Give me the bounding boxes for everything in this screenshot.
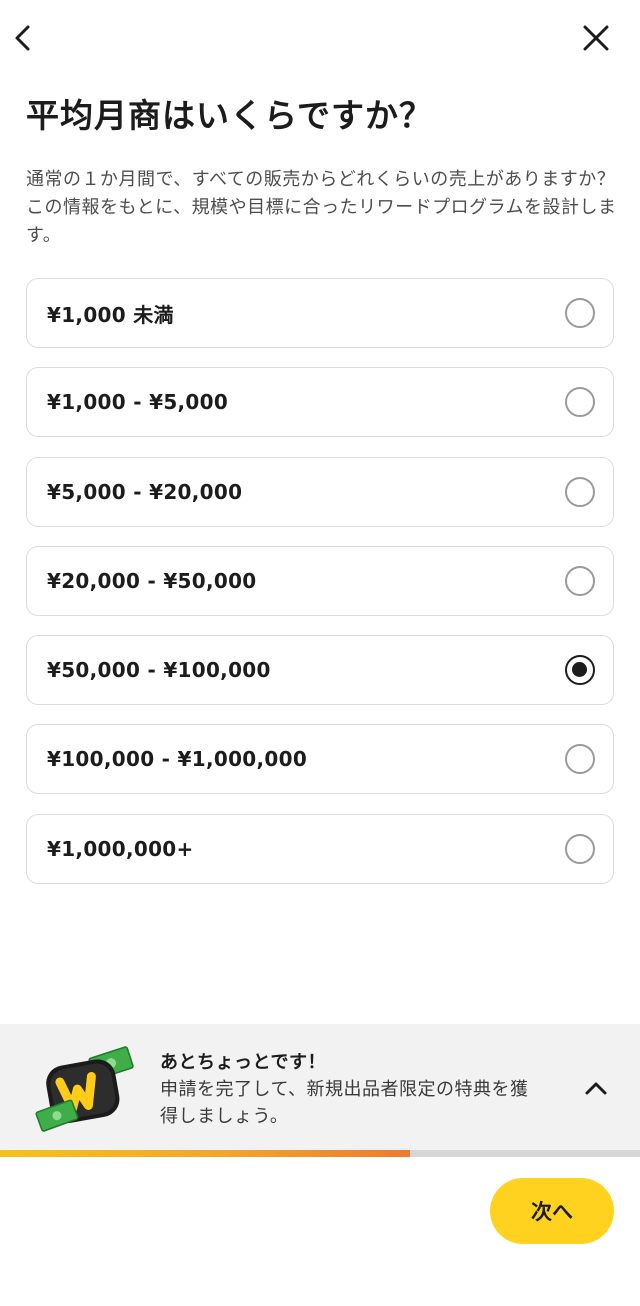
option-label: ¥1,000 未満 (47, 302, 174, 327)
page-title: 平均月商はいくらですか？ (26, 96, 434, 135)
radio-button[interactable] (565, 387, 595, 418)
option-label: ¥1,000 - ¥5,000 (47, 390, 229, 415)
radio-button[interactable] (565, 298, 595, 328)
option-label: ¥20,000 - ¥50,000 (47, 568, 257, 593)
option-label: ¥5,000 - ¥20,000 (47, 479, 243, 504)
radio-button[interactable] (565, 476, 595, 507)
option-label: ¥100,000 - ¥1,000,000 (47, 747, 308, 772)
back-button[interactable] (4, 18, 44, 58)
revenue-option[interactable]: ¥1,000,000+ (26, 813, 614, 884)
wallet-money-icon (35, 1046, 134, 1132)
revenue-options: ¥1,000 未満 ¥1,000 - ¥5,000 ¥5,000 - ¥20,0… (26, 278, 614, 903)
close-button[interactable] (576, 18, 616, 58)
chevron-left-icon (15, 25, 30, 51)
next-button[interactable]: 次へ (490, 1178, 614, 1244)
option-label: ¥1,000,000+ (47, 836, 194, 861)
chevron-up-icon (585, 1082, 607, 1095)
radio-button[interactable] (565, 565, 595, 596)
top-bar (0, 0, 640, 80)
promo-banner: あとちょっとです！ 申請を完了して、新規出品者限定の特典を獲得しましょう。 (0, 1024, 640, 1152)
option-label: ¥50,000 - ¥100,000 (47, 658, 271, 683)
promo-title: あとちょっとです！ (160, 1052, 326, 1073)
revenue-option[interactable]: ¥1,000 未満 (26, 278, 614, 348)
revenue-option[interactable]: ¥100,000 - ¥1,000,000 (26, 724, 614, 795)
revenue-option[interactable]: ¥50,000 - ¥100,000 (26, 635, 614, 706)
promo-text: 申請を完了して、新規出品者限定の特典を獲得しましょう。 (160, 1079, 529, 1127)
close-icon (583, 25, 609, 51)
page-description: 通常の１か月間で、すべての販売からどれくらいの売上がありますか？この情報をもとに… (26, 169, 617, 246)
radio-button[interactable] (565, 744, 595, 775)
progress-bar (0, 1150, 640, 1157)
promo-toggle-button[interactable] (576, 1070, 616, 1106)
revenue-option[interactable]: ¥20,000 - ¥50,000 (26, 545, 614, 616)
radio-button[interactable] (565, 655, 595, 686)
progress-fill (0, 1150, 410, 1157)
revenue-option[interactable]: ¥1,000 - ¥5,000 (26, 367, 614, 438)
radio-button[interactable] (565, 833, 595, 864)
revenue-option[interactable]: ¥5,000 - ¥20,000 (26, 456, 614, 527)
